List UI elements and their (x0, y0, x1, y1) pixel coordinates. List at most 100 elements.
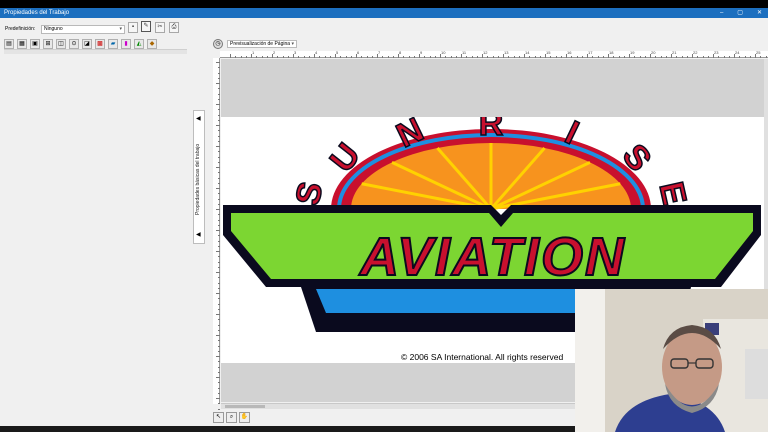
ruler-minor-tick (235, 56, 237, 58)
tab-preview[interactable]: ◫ (56, 39, 66, 49)
pan-tool-button[interactable]: ✋ (239, 412, 250, 423)
ruler-minor-tick (655, 56, 657, 58)
ruler-minor-tick (218, 403, 220, 405)
ruler-minor-tick (555, 56, 557, 58)
tab-profile[interactable]: ◭ (134, 39, 144, 49)
tab-general[interactable]: ▤ (4, 39, 14, 49)
ruler-minor-tick (256, 56, 258, 58)
ruler-minor-tick (471, 56, 473, 58)
ruler-minor-tick (592, 56, 594, 58)
tab-options[interactable]: ◆ (147, 39, 157, 49)
ruler-minor-tick (676, 56, 678, 58)
tab-rgb[interactable]: ▮ (121, 39, 131, 49)
scroll-thumb[interactable] (225, 405, 265, 408)
pointer-icon: ↖ (215, 414, 222, 420)
tiling-icon: ⊞ (45, 41, 51, 47)
ruler-minor-tick (218, 219, 220, 221)
rgb-icon: ▮ (124, 41, 128, 47)
delete-preset-button[interactable]: ✂ (155, 22, 165, 33)
ruler-minor-tick (319, 56, 321, 58)
window-titlebar: Propiedades del Trabajo – ▢ ✕ (0, 8, 768, 18)
save-preset-button[interactable]: ▪ (128, 22, 138, 33)
ruler-label: 21 (672, 50, 677, 55)
ruler-minor-tick (218, 282, 220, 284)
ruler-minor-tick (218, 198, 220, 200)
ruler-minor-tick (218, 135, 220, 137)
profile-icon: ◭ (136, 41, 142, 47)
ruler-minor-tick (424, 56, 426, 58)
sunrise-letter: S (288, 178, 330, 208)
ruler-minor-tick (634, 56, 636, 58)
ruler-tick (216, 209, 220, 210)
edit-icon: ✎ (143, 23, 149, 29)
ruler-label: 5 (336, 50, 339, 55)
ruler-minor-tick (218, 256, 220, 258)
ruler-minor-tick (218, 277, 220, 279)
preview-tools: ↖ ⌕ ✋ (213, 412, 250, 424)
ruler-minor-tick (277, 56, 279, 58)
tab-color[interactable]: ▩ (95, 39, 105, 49)
preview-mode-select[interactable]: Previsualización de Página ▾ (227, 40, 297, 48)
tab-ink[interactable]: ▰ (108, 39, 118, 49)
collapse-down-icon[interactable]: ◀ (196, 231, 201, 238)
ruler-tick (216, 83, 220, 84)
ruler-minor-tick (445, 56, 447, 58)
vertical-ruler (213, 58, 220, 415)
sunrise-letter: R (479, 117, 504, 143)
ruler-label: 9 (420, 50, 423, 55)
ruler-minor-tick (218, 329, 220, 331)
ruler-minor-tick (707, 56, 709, 58)
ruler-minor-tick (218, 366, 220, 368)
tab-media[interactable]: ▦ (17, 39, 27, 49)
ruler-minor-tick (597, 56, 599, 58)
ruler-minor-tick (218, 109, 220, 111)
ruler-minor-tick (218, 324, 220, 326)
maximize-icon[interactable]: ▢ (737, 8, 743, 18)
select-tool-button[interactable]: ↖ (213, 412, 224, 423)
ruler-minor-tick (361, 56, 363, 58)
ruler-minor-tick (218, 382, 220, 384)
tab-quality[interactable]: ◪ (82, 39, 92, 49)
ruler-tick (216, 335, 220, 336)
tab-layout[interactable]: ▣ (30, 39, 40, 49)
clock-icon[interactable]: ◷ (213, 39, 223, 49)
ruler-minor-tick (434, 56, 436, 58)
ruler-minor-tick (218, 371, 220, 373)
preset-select[interactable]: Ninguno ▾ (41, 25, 125, 34)
ruler-minor-tick (218, 151, 220, 153)
print-preset-button[interactable]: ⎙ (169, 22, 179, 33)
ruler-minor-tick (429, 56, 431, 58)
window-title: Propiedades del Trabajo (4, 10, 70, 16)
ruler-tick (216, 377, 220, 378)
minimize-icon[interactable]: – (720, 8, 723, 18)
ruler-minor-tick (218, 88, 220, 90)
ruler-tick (216, 356, 220, 357)
edit-preset-button[interactable]: ✎ (141, 21, 151, 32)
close-icon[interactable]: ✕ (757, 8, 762, 18)
ruler-minor-tick (218, 77, 220, 79)
ruler-minor-tick (697, 56, 699, 58)
ruler-label: 20 (651, 50, 656, 55)
side-panel-toggle[interactable]: ◀ Propiedades básicas del trabajo ◀ (193, 110, 205, 244)
ruler-minor-tick (618, 56, 620, 58)
ruler-minor-tick (660, 56, 662, 58)
ruler-label: 6 (357, 50, 360, 55)
ruler-minor-tick (350, 56, 352, 58)
ruler-minor-tick (739, 56, 741, 58)
tab-tiling[interactable]: ⊞ (43, 39, 53, 49)
property-tabs: ▤ ▦ ▣ ⊞ ◫ ⊙ ◪ ▩ ▰ ▮ ◭ ◆ (4, 39, 189, 49)
ruler-minor-tick (681, 56, 683, 58)
preview-mode-value: Previsualización de Página (230, 41, 291, 47)
ruler-tick (216, 146, 220, 147)
chevron-down-icon: ▾ (291, 41, 294, 47)
tab-marks[interactable]: ⊙ (69, 39, 79, 49)
zoom-tool-button[interactable]: ⌕ (226, 412, 237, 423)
ruler-minor-tick (287, 56, 289, 58)
ruler-label: 12 (483, 50, 488, 55)
ruler-tick (216, 251, 220, 252)
collapse-up-icon[interactable]: ◀ (196, 115, 201, 122)
ruler-minor-tick (581, 56, 583, 58)
ruler-minor-tick (218, 224, 220, 226)
ruler-minor-tick (218, 214, 220, 216)
ruler-minor-tick (749, 56, 751, 58)
